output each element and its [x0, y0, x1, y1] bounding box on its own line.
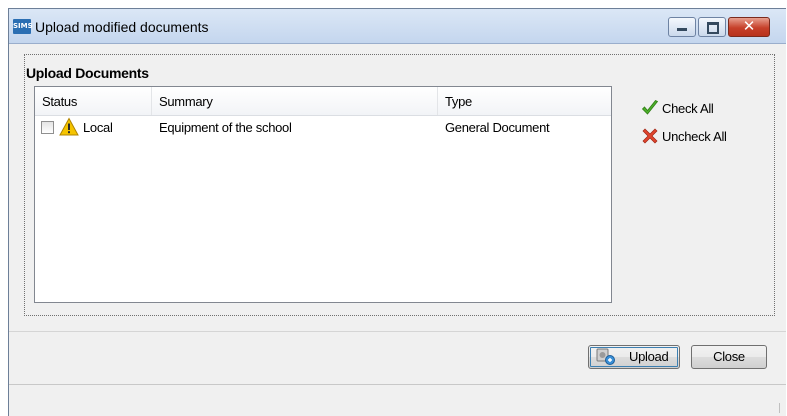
close-icon: ✕ [742, 17, 756, 35]
table-row[interactable]: Local Equipment of the school General Do… [35, 116, 611, 138]
window-title: Upload modified documents [35, 19, 209, 35]
sims-app-icon: SIMS [13, 19, 33, 34]
title-bar[interactable]: SIMS Upload modified documents ✕ [9, 9, 786, 44]
row-checkbox[interactable] [41, 121, 54, 134]
close-button[interactable]: Close [691, 345, 767, 369]
close-window-button[interactable]: ✕ [728, 17, 770, 37]
upload-icon [596, 348, 615, 365]
list-header: Status Summary Type [35, 87, 611, 116]
upload-button[interactable]: Upload [588, 345, 680, 369]
cell-summary: Equipment of the school [159, 120, 292, 135]
cell-status: Local [83, 120, 113, 135]
group-label: Upload Documents [26, 65, 149, 81]
check-all-label: Check All [662, 101, 714, 116]
green-check-icon [641, 99, 659, 115]
upload-label: Upload [629, 349, 669, 364]
resize-grip-icon[interactable] [779, 403, 780, 413]
column-header-type[interactable]: Type [438, 87, 611, 115]
check-all-button[interactable]: Check All [641, 98, 751, 120]
minimize-icon [677, 28, 687, 31]
minimize-button[interactable] [668, 17, 696, 37]
maximize-button[interactable] [698, 17, 726, 37]
status-bar [9, 384, 786, 416]
red-x-icon [642, 128, 658, 144]
footer-separator [9, 331, 786, 332]
uncheck-all-button[interactable]: Uncheck All [641, 126, 751, 148]
upload-dialog-window: SIMS Upload modified documents ✕ Upload … [8, 8, 786, 416]
warning-icon [59, 117, 79, 136]
maximize-icon [707, 22, 719, 34]
uncheck-all-label: Uncheck All [662, 129, 727, 144]
documents-list[interactable]: Status Summary Type Local Equipment of t… [34, 86, 612, 303]
column-header-status[interactable]: Status [35, 87, 152, 115]
cell-type: General Document [445, 120, 550, 135]
column-header-summary[interactable]: Summary [152, 87, 438, 115]
